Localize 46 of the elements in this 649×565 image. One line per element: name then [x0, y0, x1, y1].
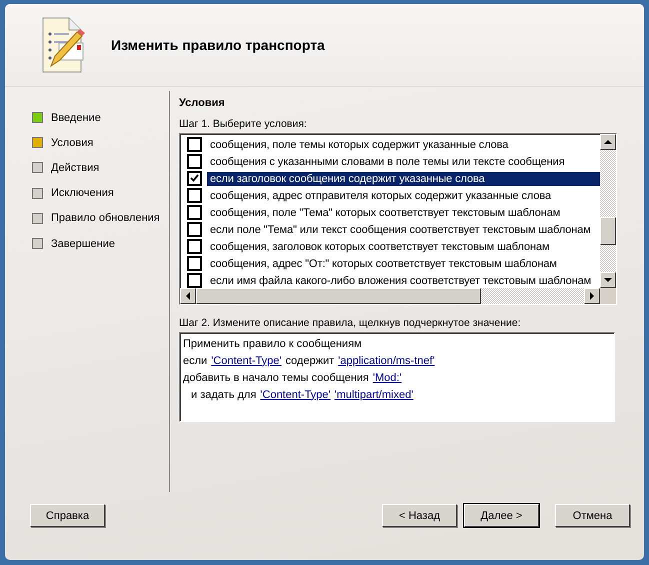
condition-item[interactable]: если заголовок сообщения содержит указанные слова [207, 172, 600, 186]
condition-item[interactable]: сообщения, поле "Тема" которых соответствует текстовым шаблонам [207, 206, 600, 220]
step-label: Условия [51, 136, 94, 149]
value-link[interactable]: 'multipart/mixed' [334, 388, 414, 400]
checkbox[interactable] [187, 137, 202, 152]
help-button[interactable]: Справка [30, 504, 105, 527]
step-label: Действия [51, 162, 100, 174]
checkmark-icon [190, 174, 199, 183]
checkbox[interactable] [187, 154, 202, 169]
step-label: Введение [51, 112, 101, 124]
cancel-button[interactable]: Отмена [555, 504, 630, 527]
condition-item[interactable]: сообщения, поле темы которых содержит указанные слова [207, 138, 600, 152]
step-label: Правило обновления [51, 212, 160, 224]
back-button[interactable]: < Назад [382, 504, 457, 527]
description-text: содержит [285, 354, 334, 366]
condition-item[interactable]: если имя файла какого-либо вложения соответствует текстовым шаблонам [207, 274, 600, 288]
checkbox[interactable] [187, 171, 202, 186]
checkbox[interactable] [187, 205, 202, 220]
value-link[interactable]: 'Content-Type' [260, 388, 331, 400]
step-label: Шаг 2. Измените описание правила, щелкнув подчеркнутое значение: [179, 317, 522, 329]
horizontal-scrollbar[interactable] [180, 288, 616, 304]
value-link[interactable]: 'application/ms-tnef' [338, 354, 435, 366]
condition-item[interactable]: сообщения, адрес отправителя которых содержит указанные слова [207, 188, 600, 202]
step-label: Исключения [51, 187, 114, 200]
checkbox[interactable] [187, 188, 202, 203]
next-button[interactable]: Далее > [464, 504, 539, 527]
condition-item[interactable]: если поле "Тема" или текст сообщения соответствует текстовым шаблонам [207, 222, 600, 236]
document-pencil-icon [41, 16, 87, 74]
value-link[interactable]: 'Mod:' [372, 372, 402, 384]
step-label: Завершение [51, 238, 115, 250]
checkbox[interactable] [187, 239, 202, 254]
window-title: Изменить правило транспорта [111, 37, 325, 53]
section-title: Условия [179, 97, 226, 109]
value-link[interactable]: 'Content-Type' [211, 354, 282, 366]
description-text: Применить правило к сообщениям [183, 338, 362, 350]
condition-item[interactable]: сообщения, заголовок которых соответствует текстовым шаблонам [207, 240, 600, 254]
checkbox[interactable] [187, 256, 202, 271]
description-text: если [183, 354, 208, 366]
checkbox[interactable] [187, 273, 202, 288]
description-text: добавить в начало темы сообщения [183, 372, 369, 384]
condition-item[interactable]: сообщения с указанными словами в поле темы или тексте сообщения [207, 154, 600, 168]
description-text: и задать для [191, 388, 256, 400]
condition-item[interactable]: сообщения, адрес "От:" которых соответствует текстовым шаблонам [207, 256, 600, 270]
checkbox[interactable] [187, 222, 202, 237]
step-label: Шаг 1. Выберите условия: [179, 118, 308, 130]
vertical-scrollbar[interactable] [600, 134, 616, 288]
